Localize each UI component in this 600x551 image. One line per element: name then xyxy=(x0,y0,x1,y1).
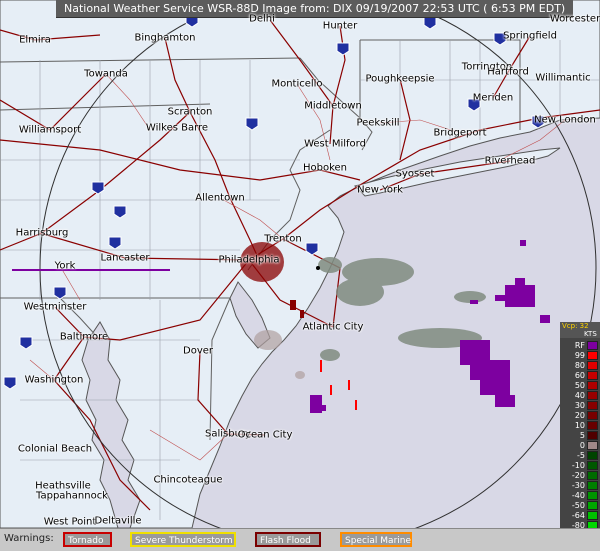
legend-color-swatch xyxy=(587,481,598,490)
place-label-scranton: Scranton xyxy=(167,106,213,118)
place-label-meriden: Meriden xyxy=(472,92,514,104)
place-label-trenton: Trenton xyxy=(264,233,302,245)
legend-color-swatch xyxy=(587,351,598,360)
legend-title: Vcp: 32 xyxy=(562,322,589,330)
place-label-chincoteague: Chincoteague xyxy=(153,474,223,486)
legend-color-swatch xyxy=(587,471,598,480)
place-label-bridgeport: Bridgeport xyxy=(433,127,487,139)
place-label-poughkeepsie: Poughkeepsie xyxy=(365,73,435,85)
place-label-york: York xyxy=(54,260,76,272)
place-label-riverhead: Riverhead xyxy=(484,155,536,167)
tornado-warning-button[interactable]: Tornado xyxy=(63,532,112,547)
legend-color-swatch xyxy=(587,511,598,520)
place-label-ocean-city: Ocean City xyxy=(237,429,293,441)
place-label-atlantic-city: Atlantic City xyxy=(302,321,364,333)
place-label-new-york: New York xyxy=(357,184,403,196)
legend-color-swatch xyxy=(587,441,598,450)
place-label-worcester: Worcester xyxy=(549,13,600,25)
legend-color-swatch xyxy=(587,461,598,470)
radar-site xyxy=(316,266,320,270)
place-label-philadelphia: Philadelphia xyxy=(218,254,280,266)
legend-color-swatch xyxy=(587,391,598,400)
legend-color-swatch xyxy=(587,411,598,420)
place-label-binghamton: Binghamton xyxy=(134,32,196,44)
severe-thunderstorm-warning-button[interactable]: Severe Thunderstorm xyxy=(130,532,236,547)
place-label-syosset: Syosset xyxy=(395,168,435,180)
legend-color-swatch xyxy=(587,371,598,380)
place-label-hartford: Hartford xyxy=(487,66,529,78)
place-label-springfield: Springfield xyxy=(503,30,557,42)
place-label-towanda: Towanda xyxy=(84,68,128,80)
legend-color-swatch xyxy=(587,491,598,500)
legend-unit: KTS xyxy=(584,330,597,338)
title-bar: National Weather Service WSR-88D Image f… xyxy=(56,0,574,18)
place-label-williamsport: Williamsport xyxy=(18,124,82,136)
place-label-hoboken: Hoboken xyxy=(302,162,348,174)
place-label-deltaville: Deltaville xyxy=(94,515,142,527)
place-label-hunter: Hunter xyxy=(322,20,358,32)
place-label-colonial-beach: Colonial Beach xyxy=(17,443,93,455)
legend-color-swatch xyxy=(587,361,598,370)
legend-color-swatch xyxy=(587,451,598,460)
flash-flood-warning-button[interactable]: Flash Flood xyxy=(255,532,321,547)
legend-color-swatch xyxy=(587,381,598,390)
legend-color-swatch xyxy=(587,501,598,510)
legend-color-swatch xyxy=(587,401,598,410)
place-label-monticello: Monticello xyxy=(271,78,323,90)
warnings-label: Warnings: xyxy=(4,533,54,544)
place-label-peekskill: Peekskill xyxy=(356,117,400,129)
legend-header: Vcp: 32 KTS xyxy=(560,322,600,338)
place-label-baltimore: Baltimore xyxy=(59,331,109,343)
place-label-elmira: Elmira xyxy=(19,34,51,46)
place-label-delhi: Delhi xyxy=(249,13,275,25)
legend-color-swatch xyxy=(587,341,598,350)
velocity-legend: Vcp: 32 KTS RF 99 80 60 50 40 30 20 10 5 0 -5 -10 -20… xyxy=(560,322,600,550)
place-label-west-point: West Point xyxy=(43,516,97,528)
place-label-washington: Washington xyxy=(24,374,84,386)
place-label-tappahannock: Tappahannock xyxy=(36,490,108,502)
place-label-westminster: Westminster xyxy=(23,301,87,313)
place-label-middletown: Middletown xyxy=(304,100,362,112)
place-label-west-milford: West Milford xyxy=(304,138,366,150)
place-label-dover: Dover xyxy=(183,345,213,357)
place-label-willimantic: Willimantic xyxy=(535,72,591,84)
place-label-lancaster: Lancaster xyxy=(100,252,150,264)
legend-color-swatch xyxy=(587,431,598,440)
warnings-bar: Warnings: Tornado Severe Thunderstorm Fl… xyxy=(0,528,600,551)
place-label-new-london: New London xyxy=(534,114,596,126)
place-label-harrisburg: Harrisburg xyxy=(15,227,69,239)
special-marine-warning-button[interactable]: Special Marine xyxy=(340,532,412,547)
radar-window: National Weather Service WSR-88D Image f… xyxy=(0,0,600,551)
place-label-allentown: Allentown xyxy=(195,192,245,204)
place-label-wilkes-barre: Wilkes Barre xyxy=(145,122,209,134)
legend-color-swatch xyxy=(587,421,598,430)
